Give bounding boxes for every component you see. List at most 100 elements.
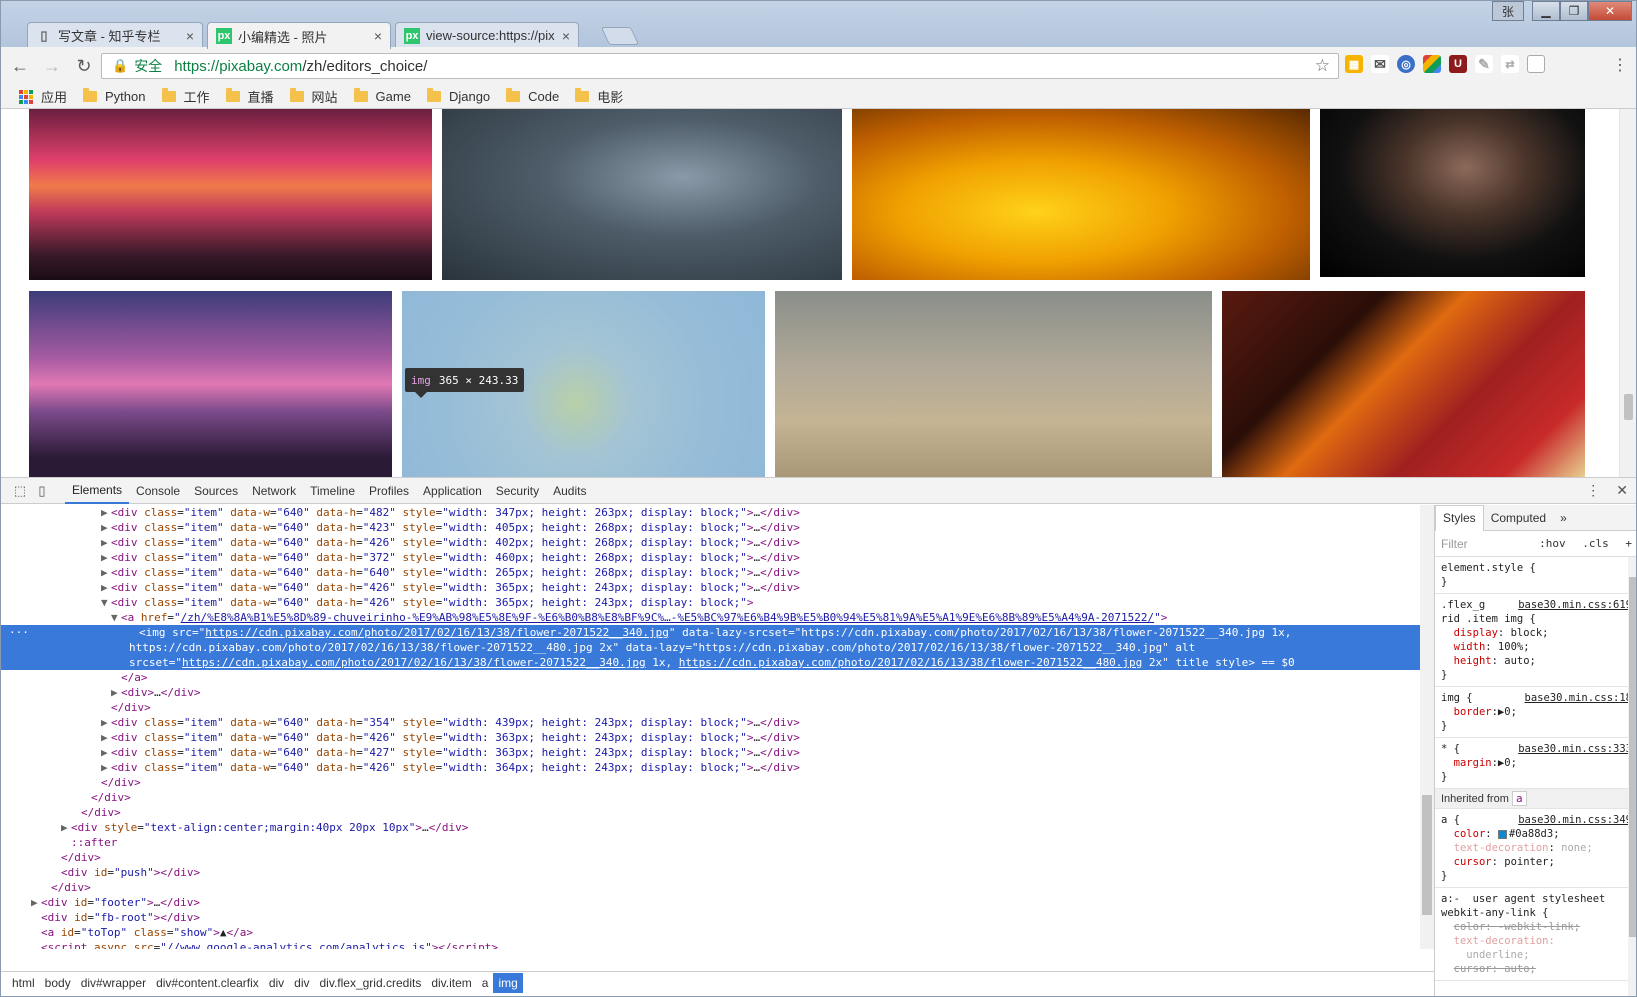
bookmark-folder-movies[interactable]: 电影 <box>575 87 623 106</box>
tab-pixabay-editors-choice[interactable]: px 小编精选 - 照片 × <box>207 22 391 49</box>
bookmark-folder-python[interactable]: Python <box>83 88 146 104</box>
breadcrumb-item[interactable]: div#content.clearfix <box>151 973 264 993</box>
tab-console[interactable]: Console <box>129 478 187 504</box>
tab-close-icon[interactable]: × <box>562 28 570 44</box>
dom-node[interactable]: ▶ <div class="item" data-w="640" data-h="… <box>1 580 1420 595</box>
filter-input[interactable]: Filter <box>1441 537 1468 551</box>
dom-scrollbar[interactable] <box>1420 505 1434 949</box>
tab-audits[interactable]: Audits <box>546 478 593 504</box>
dom-node[interactable]: <div id="push"></div> <box>1 865 1420 880</box>
collapse-arrow-icon[interactable]: ▶ <box>101 550 111 565</box>
reload-button[interactable]: ↻ <box>71 53 97 79</box>
collapse-arrow-icon[interactable]: ▶ <box>101 580 111 595</box>
dom-node[interactable]: ▶ <div class="item" data-w="640" data-h="… <box>1 550 1420 565</box>
bookmark-star-icon[interactable]: ☆ <box>1315 56 1330 76</box>
tab-network[interactable]: Network <box>245 478 303 504</box>
color-swatch-icon[interactable] <box>1497 829 1507 839</box>
dom-node[interactable]: ▶ <div class="item" data-w="640" data-h="… <box>1 520 1420 535</box>
collapse-arrow-icon[interactable]: ▶ <box>101 715 111 730</box>
dom-node[interactable]: </div> <box>1 880 1420 895</box>
tab-timeline[interactable]: Timeline <box>303 478 362 504</box>
dom-node[interactable]: ▶ <div class="item" data-w="640" data-h="… <box>1 715 1420 730</box>
expand-arrow-icon[interactable]: ▼ <box>111 610 121 625</box>
profile-button[interactable]: 张 <box>1492 1 1524 21</box>
tab-close-icon[interactable]: × <box>374 28 382 44</box>
photo-sunset-rocks[interactable] <box>29 109 432 280</box>
dom-node[interactable]: </div> <box>1 700 1420 715</box>
forward-button[interactable]: → <box>39 53 65 79</box>
photo-frosted-leaves[interactable] <box>442 109 842 280</box>
dom-node[interactable]: ▼ <a href="/zh/%E8%8A%B1%E5%8D%89-chuveir… <box>1 610 1420 625</box>
scrollbar-thumb[interactable] <box>1624 394 1633 420</box>
apps-shortcut[interactable]: 应用 <box>19 87 67 106</box>
collapse-arrow-icon[interactable]: ▶ <box>101 730 111 745</box>
collapse-arrow-icon[interactable]: ▶ <box>61 820 71 835</box>
dom-node[interactable]: </a> <box>1 670 1420 685</box>
device-toolbar-icon[interactable]: ▯ <box>33 482 51 500</box>
collapse-arrow-icon[interactable]: ▶ <box>101 760 111 775</box>
bookmark-folder-sites[interactable]: 网站 <box>289 87 338 106</box>
tab-zhihu[interactable]: ▯ 写文章 - 知乎专栏 × <box>27 22 203 48</box>
back-button[interactable]: ← <box>7 53 33 79</box>
tab-computed[interactable]: Computed <box>1484 505 1553 531</box>
style-rule-a[interactable]: base30.min.css:349 a { color: #0a88d3; t… <box>1435 809 1636 888</box>
bookmark-folder-work[interactable]: 工作 <box>161 87 210 106</box>
tab-styles[interactable]: Styles <box>1435 505 1484 531</box>
collapse-arrow-icon[interactable]: ▶ <box>101 745 111 760</box>
bookmark-folder-code[interactable]: Code <box>506 88 559 104</box>
dom-node[interactable]: </div> <box>1 850 1420 865</box>
dom-node[interactable]: ▶ <div class="item" data-w="640" data-h="… <box>1 565 1420 580</box>
devtools-menu-icon[interactable]: ⋮ <box>1586 482 1600 499</box>
photo-purple-coast[interactable] <box>29 291 392 477</box>
tab-close-icon[interactable]: × <box>186 28 194 44</box>
tab-view-source[interactable]: px view-source:https://pix × <box>395 22 579 48</box>
globe-extension-icon[interactable]: ◎ <box>1397 55 1415 73</box>
photo-orange-flower-drops[interactable] <box>852 109 1310 280</box>
maximize-button[interactable]: ❐ <box>1560 1 1588 21</box>
new-tab-button[interactable] <box>600 27 640 45</box>
expand-arrow-icon[interactable]: ▼ <box>101 595 111 610</box>
photo-popcorn-fireplace[interactable] <box>1222 291 1585 477</box>
more-tabs-icon[interactable]: » <box>1553 505 1574 531</box>
mail-icon[interactable]: ✉ <box>1371 55 1389 73</box>
dom-node[interactable]: <script async src="//www.google-analytic… <box>1 940 1420 949</box>
google-extension-icon[interactable] <box>1423 55 1441 73</box>
bookmark-folder-live[interactable]: 直播 <box>225 87 274 106</box>
devtools-close-icon[interactable]: ✕ <box>1616 482 1628 499</box>
bookmark-folder-game[interactable]: Game <box>353 88 411 104</box>
breadcrumb-item[interactable]: div.item <box>426 973 476 993</box>
dom-tree[interactable]: ▶ <div class="item" data-w="640" data-h="… <box>1 505 1420 949</box>
collapse-arrow-icon[interactable]: ▶ <box>101 520 111 535</box>
collapse-arrow-icon[interactable]: ▶ <box>101 505 111 520</box>
new-rule-button[interactable]: + <box>1625 537 1632 550</box>
dom-node[interactable]: ▶ <div class="item" data-w="640" data-h="… <box>1 760 1420 775</box>
tab-sources[interactable]: Sources <box>187 478 245 504</box>
inherited-tag[interactable]: a <box>1511 791 1527 806</box>
collapse-arrow-icon[interactable]: ▶ <box>31 895 41 910</box>
tab-profiles[interactable]: Profiles <box>362 478 416 504</box>
style-rule-universal[interactable]: base30.min.css:333 * { margin:▶0;} <box>1435 738 1636 789</box>
styles-filter[interactable]: Filter :hov .cls + <box>1435 531 1636 557</box>
dom-node[interactable]: <div id="fb-root"></div> <box>1 910 1420 925</box>
rule-source-link[interactable]: base30.min.css:619 <box>1518 598 1632 612</box>
dom-node[interactable]: ▶ <div class="item" data-w="640" data-h="… <box>1 730 1420 745</box>
ublock-icon[interactable]: U <box>1449 55 1467 73</box>
breadcrumb-item[interactable]: body <box>40 973 76 993</box>
breadcrumb-item[interactable]: div.flex_grid.credits <box>315 973 427 993</box>
collapse-arrow-icon[interactable]: ▶ <box>101 535 111 550</box>
rule-source-link[interactable]: base30.min.css:18 <box>1525 691 1632 705</box>
dom-node[interactable]: ▶ <div style="text-align:center;margin:40… <box>1 820 1420 835</box>
hov-toggle[interactable]: :hov <box>1539 537 1566 550</box>
breadcrumb-item[interactable]: a <box>477 973 494 993</box>
dom-node[interactable]: ▶ <div>…</div> <box>1 685 1420 700</box>
breadcrumb-item[interactable]: img <box>493 972 523 993</box>
chrome-menu-icon[interactable]: ⋮ <box>1612 55 1628 75</box>
tab-application[interactable]: Application <box>416 478 489 504</box>
scrollbar-thumb[interactable] <box>1629 577 1636 937</box>
collapse-arrow-icon[interactable]: ▶ <box>111 685 121 700</box>
translate-extension-icon[interactable]: ⇄ <box>1501 55 1519 73</box>
dom-node[interactable]: </div> <box>1 775 1420 790</box>
photo-man-portrait[interactable] <box>1320 109 1585 277</box>
breadcrumb-item[interactable]: div <box>289 973 314 993</box>
dom-node-selected[interactable]: <img src="https://cdn.pixabay.com/photo/… <box>1 625 1420 670</box>
